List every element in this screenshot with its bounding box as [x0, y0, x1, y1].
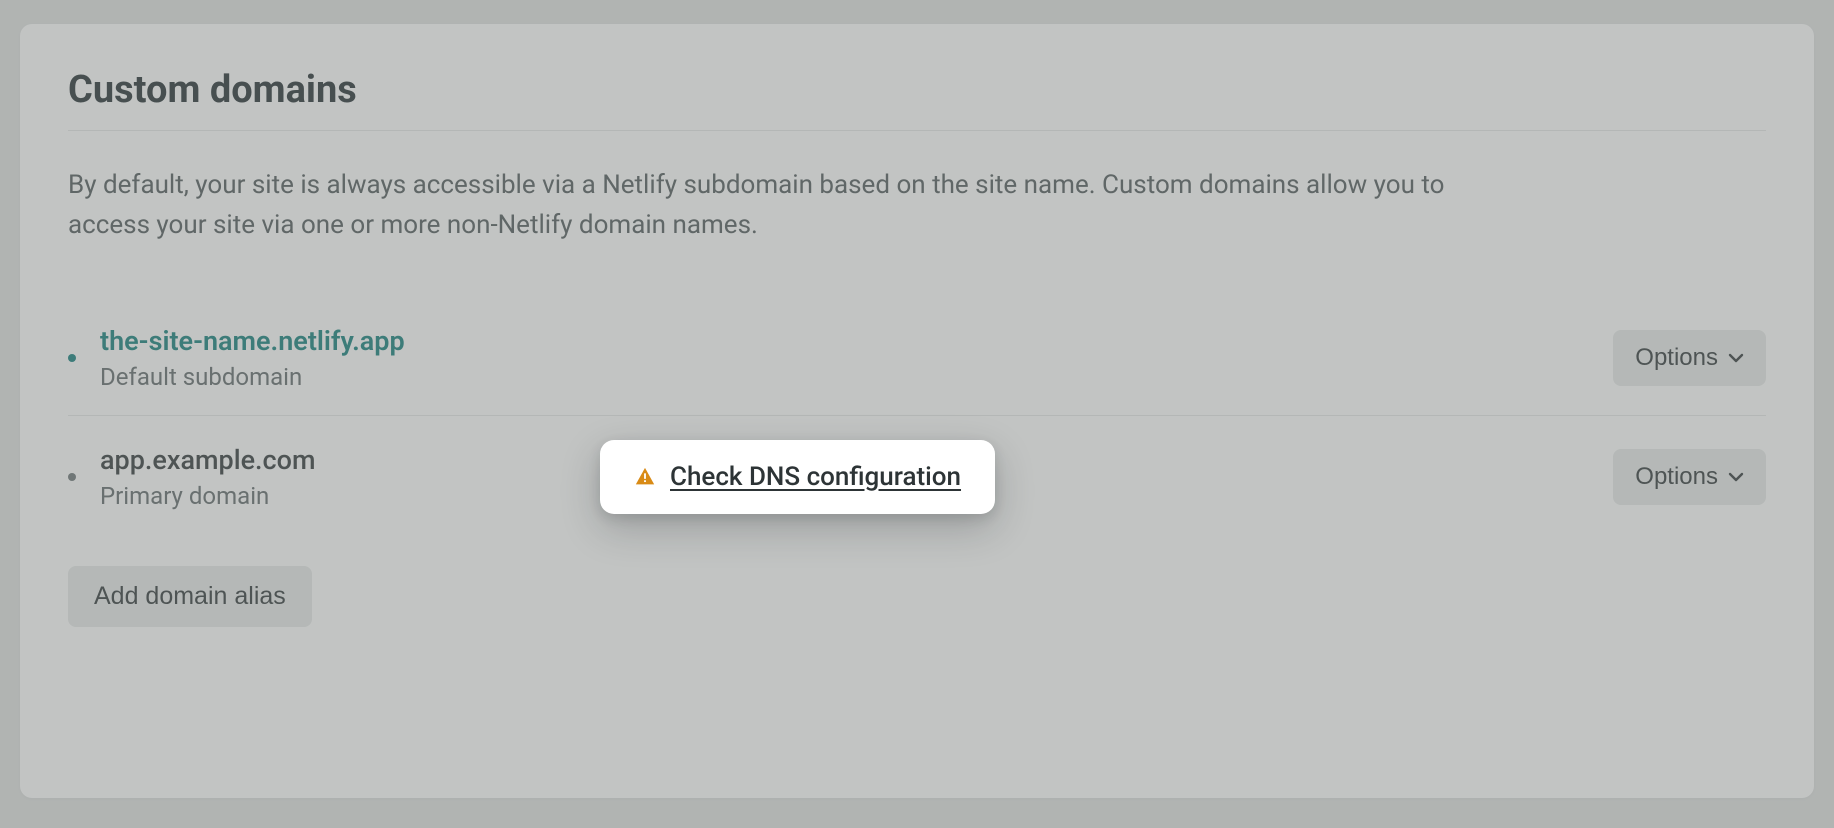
domain-list: the-site-name.netlify.app Default subdom…: [68, 300, 1766, 538]
row-mid: Check DNS configuration: [540, 440, 1613, 514]
options-button[interactable]: Options: [1613, 330, 1766, 386]
section-title: Custom domains: [68, 68, 1766, 112]
domain-text: app.example.com Primary domain: [100, 444, 540, 510]
options-label: Options: [1635, 463, 1718, 491]
bullet-icon: [68, 473, 76, 481]
dns-warning-link[interactable]: Check DNS configuration: [670, 462, 961, 492]
add-domain-alias-label: Add domain alias: [94, 582, 286, 611]
bullet-icon: [68, 354, 76, 362]
chevron-down-icon: [1728, 350, 1744, 366]
domain-row: app.example.com Primary domain Check DNS…: [68, 415, 1766, 538]
section-description: By default, your site is always accessib…: [68, 165, 1468, 246]
domain-text: the-site-name.netlify.app Default subdom…: [100, 325, 540, 391]
add-domain-alias-button[interactable]: Add domain alias: [68, 566, 312, 627]
warning-icon: [634, 466, 656, 488]
options-button[interactable]: Options: [1613, 449, 1766, 505]
chevron-down-icon: [1728, 469, 1744, 485]
dns-warning-callout[interactable]: Check DNS configuration: [600, 440, 995, 514]
domain-row: the-site-name.netlify.app Default subdom…: [68, 300, 1766, 415]
domain-subtitle: Primary domain: [100, 482, 540, 510]
domain-subtitle: Default subdomain: [100, 363, 540, 391]
divider: [68, 130, 1766, 131]
domain-name: app.example.com: [100, 444, 540, 476]
options-label: Options: [1635, 344, 1718, 372]
domain-name-link[interactable]: the-site-name.netlify.app: [100, 325, 540, 357]
custom-domains-card: Custom domains By default, your site is …: [20, 24, 1814, 798]
